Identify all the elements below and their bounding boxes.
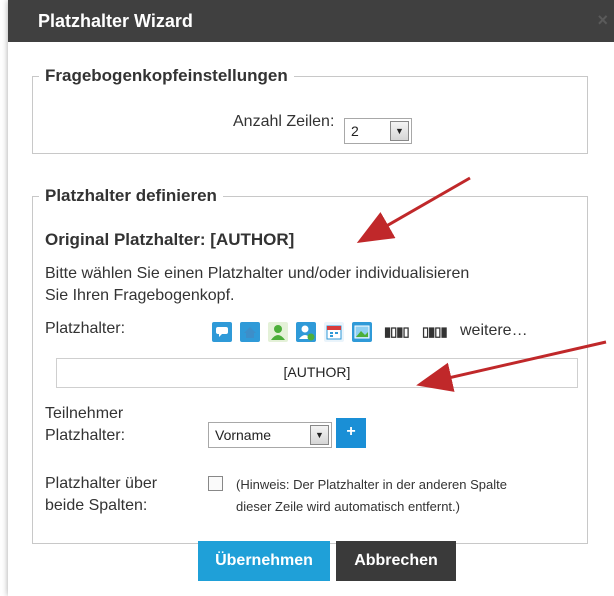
annotation-arrow-input (416, 340, 607, 392)
annotation-arrows (356, 176, 607, 392)
annotation-arrow-original (356, 176, 471, 243)
